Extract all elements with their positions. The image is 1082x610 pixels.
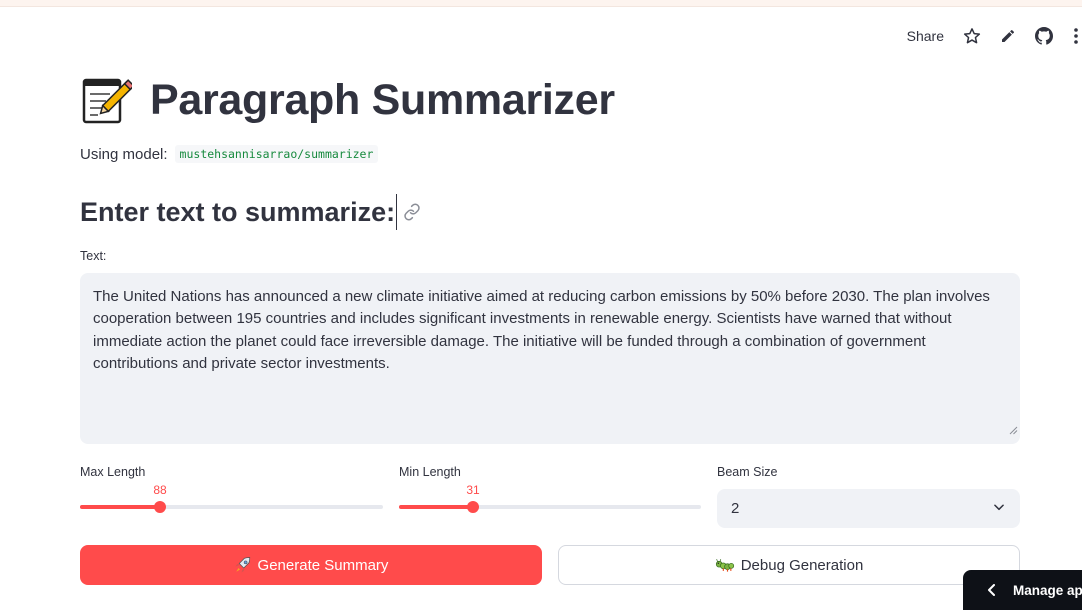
text-input-value: The United Nations has announced a new c… bbox=[93, 288, 990, 373]
slider-thumb[interactable] bbox=[467, 501, 479, 513]
slider-thumb[interactable] bbox=[154, 501, 166, 513]
max-length-slider[interactable]: 88 bbox=[80, 483, 383, 523]
link-icon[interactable] bbox=[403, 203, 421, 221]
top-decoration-bar bbox=[0, 0, 1082, 7]
section-heading: Enter text to summarize: bbox=[80, 193, 421, 231]
debug-generation-label: Debug Generation bbox=[740, 556, 864, 574]
bug-icon bbox=[715, 556, 735, 574]
slider-value: 31 bbox=[466, 483, 480, 497]
chevron-down-icon bbox=[992, 500, 1006, 518]
min-length-slider[interactable]: 31 bbox=[399, 483, 701, 523]
section-title: Enter text to summarize: bbox=[80, 196, 396, 227]
text-cursor bbox=[396, 194, 398, 230]
page-header: Paragraph Summarizer bbox=[80, 72, 615, 128]
share-button[interactable]: Share bbox=[907, 28, 944, 44]
resize-handle-icon[interactable] bbox=[1009, 420, 1018, 442]
generate-summary-label: Generate Summary bbox=[257, 556, 389, 574]
model-name-code: mustehsannisarrao/summarizer bbox=[174, 145, 379, 163]
memo-icon bbox=[80, 74, 132, 126]
generate-summary-button[interactable]: Generate Summary bbox=[80, 545, 542, 585]
beam-size-value: 2 bbox=[731, 500, 740, 517]
github-icon[interactable] bbox=[1034, 26, 1054, 46]
beam-size-label: Beam Size bbox=[717, 465, 778, 479]
text-field-label: Text: bbox=[80, 249, 107, 263]
min-length-label: Min Length bbox=[399, 465, 461, 479]
beam-size-select[interactable]: 2 bbox=[717, 489, 1020, 528]
slider-value: 88 bbox=[153, 483, 167, 497]
pencil-icon[interactable] bbox=[998, 26, 1018, 46]
text-input-area[interactable]: The United Nations has announced a new c… bbox=[80, 273, 1020, 444]
slider-fill bbox=[80, 505, 160, 509]
model-info: Using model: mustehsannisarrao/summarize… bbox=[80, 145, 379, 163]
chevron-left-icon bbox=[987, 584, 997, 596]
app-toolbar: Share bbox=[907, 24, 1082, 48]
slider-fill bbox=[399, 505, 473, 509]
manage-app-label: Manage app bbox=[1013, 582, 1082, 598]
debug-generation-button[interactable]: Debug Generation bbox=[558, 545, 1020, 585]
model-info-label: Using model: bbox=[80, 145, 168, 163]
page-title: Paragraph Summarizer bbox=[150, 75, 615, 124]
manage-app-button[interactable]: Manage app bbox=[963, 570, 1082, 610]
star-icon[interactable] bbox=[962, 26, 982, 46]
max-length-label: Max Length bbox=[80, 465, 146, 479]
more-vertical-icon[interactable] bbox=[1070, 26, 1082, 46]
rocket-icon bbox=[234, 556, 252, 574]
